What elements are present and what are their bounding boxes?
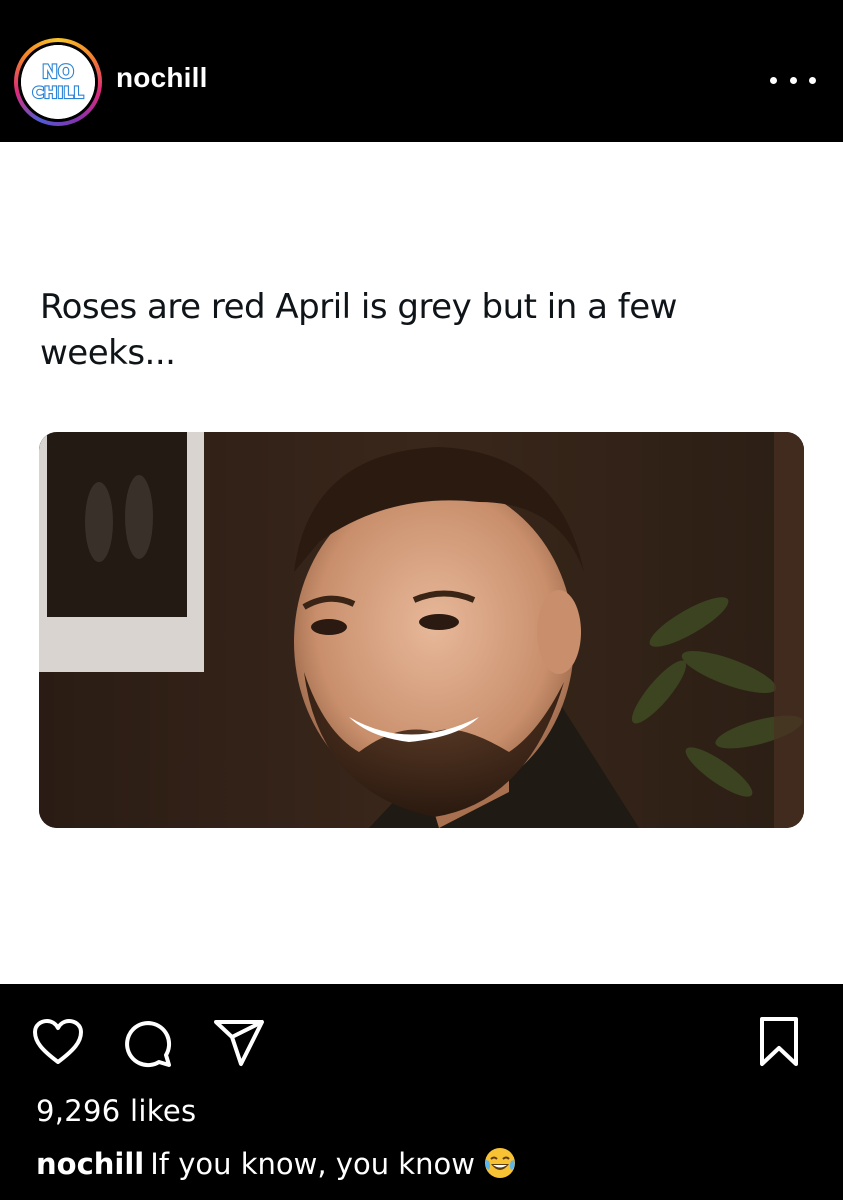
instagram-post: NO CHILL nochill Roses are red April is … xyxy=(0,0,843,1200)
post-username[interactable]: nochill xyxy=(116,62,208,94)
caption-text: If you know, you know xyxy=(150,1147,475,1181)
svg-text:NO: NO xyxy=(42,61,74,83)
post-actions: 9,296 likes nochill If you know, you know xyxy=(0,984,843,1200)
send-icon[interactable] xyxy=(212,1018,266,1068)
more-dot-icon xyxy=(770,76,777,84)
post-media[interactable]: Roses are red April is grey but in a few… xyxy=(0,142,843,984)
svg-text:CHILL: CHILL xyxy=(32,83,83,102)
comment-icon[interactable] xyxy=(122,1018,174,1068)
caption-username[interactable]: nochill xyxy=(36,1147,144,1181)
post-caption: nochill If you know, you know xyxy=(36,1146,517,1187)
more-dot-icon xyxy=(809,76,816,84)
post-header: NO CHILL nochill xyxy=(0,0,843,142)
avatar[interactable]: NO CHILL xyxy=(14,38,102,126)
likes-count[interactable]: 9,296 likes xyxy=(36,1094,196,1128)
meme-photo xyxy=(39,432,804,828)
heart-icon[interactable] xyxy=(32,1018,84,1066)
tweet-text: Roses are red April is grey but in a few… xyxy=(40,287,677,373)
bookmark-icon[interactable] xyxy=(757,1016,801,1068)
more-options-button[interactable] xyxy=(770,68,816,92)
more-dot-icon xyxy=(789,76,797,84)
tears-of-joy-icon xyxy=(483,1146,517,1187)
nochill-logo: NO CHILL xyxy=(21,45,95,119)
